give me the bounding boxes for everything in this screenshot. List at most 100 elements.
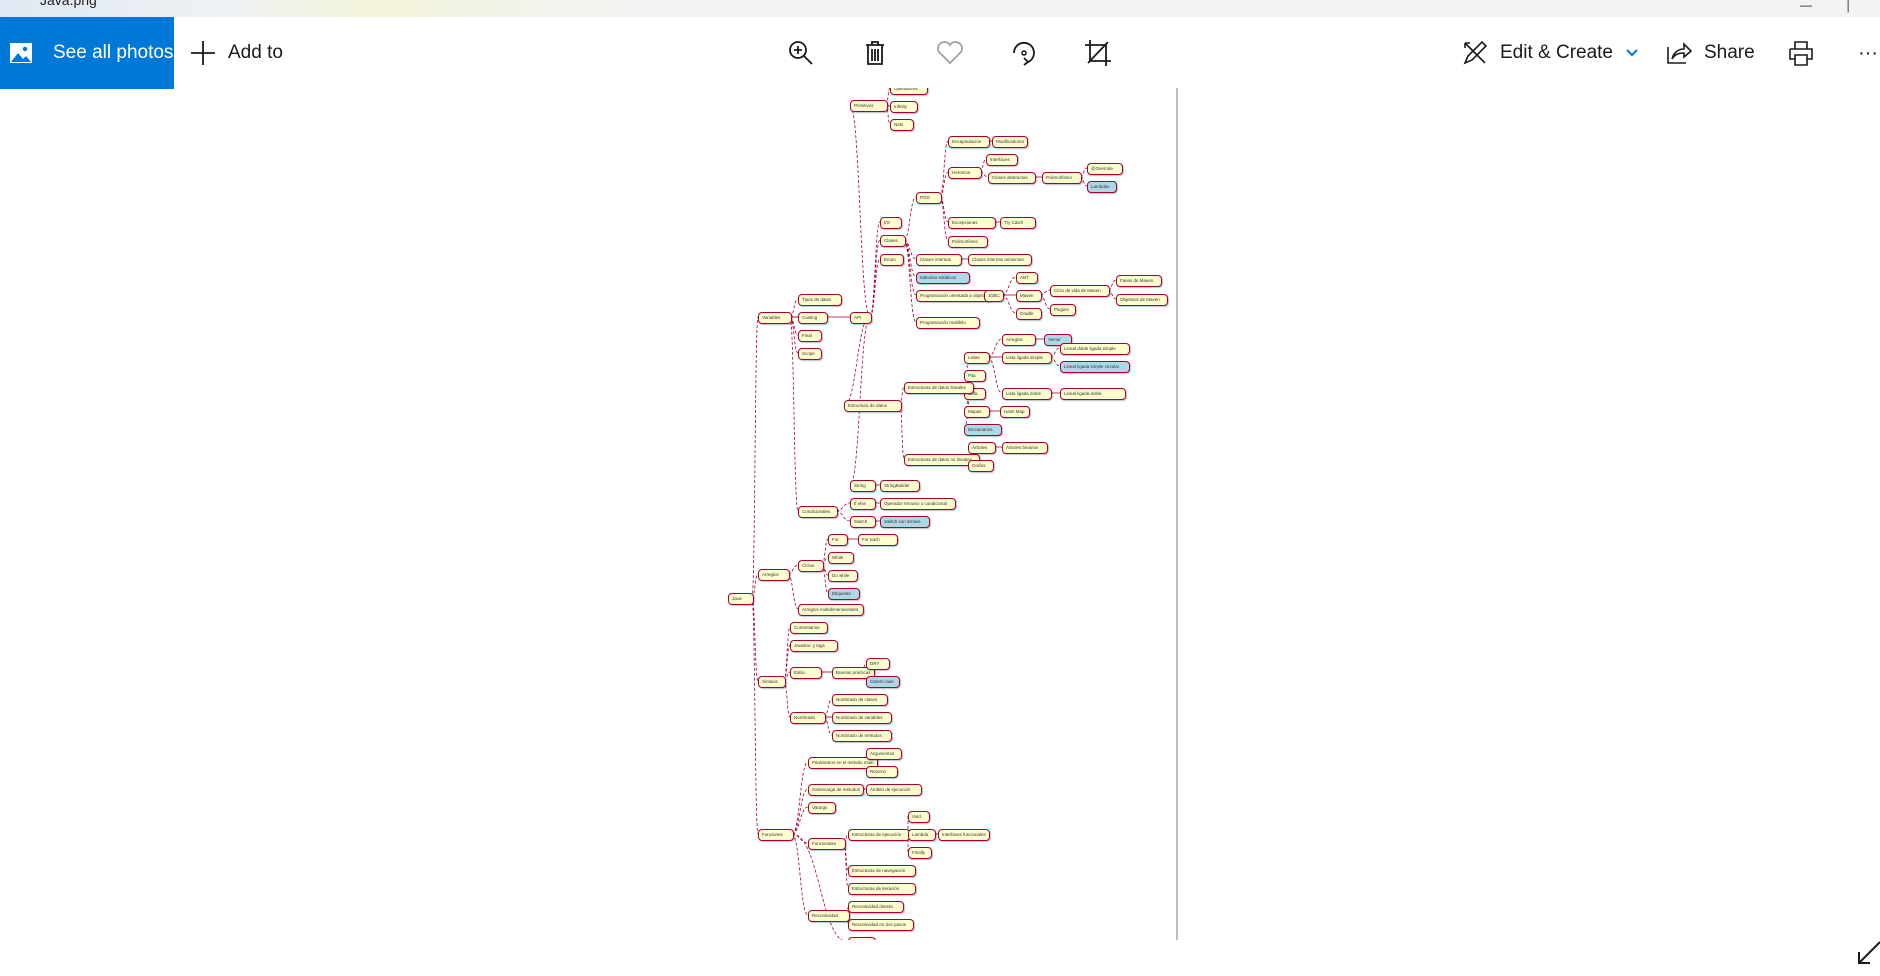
mind-map-node: Herencia [948, 167, 982, 179]
mind-map-node: Polimorfismo [1042, 172, 1082, 184]
trash-icon [866, 41, 884, 65]
add-to-label: Add to [228, 42, 283, 63]
mind-map-node: Encapsulación [948, 136, 990, 148]
mind-map-node: Comentarios [790, 622, 828, 634]
mind-map-node: Enum [880, 254, 904, 266]
mind-map-link [791, 833, 809, 844]
mind-map-node: Estilo [790, 667, 822, 679]
crop-button[interactable] [1084, 17, 1112, 89]
mind-map-node: POO [916, 192, 942, 204]
mind-map-node: Arreglos multidimensionales [798, 604, 864, 616]
mind-map-node: Diccionarios [964, 424, 1002, 436]
see-all-photos-label: See all photos [53, 42, 174, 63]
photos-icon [10, 43, 32, 63]
mind-map-links [751, 88, 1117, 940]
more-options-button[interactable]: ··· [1858, 17, 1878, 89]
mind-map-link [835, 502, 851, 512]
heart-icon [937, 41, 963, 65]
expand-icon[interactable] [1856, 940, 1880, 966]
mind-map-node: Operador ternario o condicional [880, 498, 956, 510]
mind-map-node: Estructuras de datos lineales [904, 382, 974, 394]
mind-map-node: Try Catch [1000, 217, 1036, 229]
mind-map-node: NaN [890, 119, 914, 131]
mind-map-node: Nombrado de variables [832, 712, 892, 724]
mind-map-node: Tipos de datos [798, 294, 842, 306]
rotate-button[interactable] [1010, 17, 1038, 89]
mind-map-node: Do while [828, 570, 858, 582]
title-bar: Java.png ― │ [0, 0, 1880, 17]
mind-map-node: For each [858, 534, 898, 546]
mind-map-node: Sobrecarga de métodos [808, 784, 865, 796]
mind-map-node: Condicionales [798, 506, 838, 518]
edit-create-button[interactable]: Edit & Create [1462, 17, 1639, 89]
mind-map-node: Sintaxis [758, 676, 786, 688]
zoom-button[interactable] [788, 17, 814, 89]
mind-map-node: Casting [798, 312, 828, 324]
mind-map-node: Clases [880, 235, 906, 247]
mind-map-node: Ciclo de vida de Maven [1050, 285, 1110, 297]
mind-map-link [1001, 294, 1017, 314]
mind-map-node: Ámbito de ejecución [866, 784, 922, 796]
mind-map-node: DRY [866, 658, 890, 670]
mind-map-link [869, 258, 881, 318]
zoom-in-icon [789, 41, 813, 65]
mind-map-node: Maven [1016, 290, 1042, 302]
toolbar: See all photos Add to Edit & Create Shar… [0, 17, 1880, 89]
mind-map-node: Árboles [968, 442, 996, 454]
mind-map-link [903, 196, 917, 241]
mind-map-node: Lista ligada doble [1002, 388, 1052, 400]
mind-map-node: Interfaces funcionales [938, 829, 990, 841]
edit-create-icon [1463, 40, 1488, 65]
mind-map-link [843, 316, 871, 406]
mind-map-node: Hash Map [1000, 406, 1030, 418]
more-options-label: ··· [1858, 41, 1878, 64]
maximize-button[interactable]: │ [1845, 0, 1853, 12]
mind-map-node: Colas [848, 937, 876, 940]
minimize-button[interactable]: ― [1800, 0, 1812, 12]
mind-map-node: Etiquetas [828, 588, 860, 600]
share-icon [1667, 42, 1692, 64]
favorite-button[interactable] [936, 17, 964, 89]
mind-map-node: Listas [964, 352, 990, 364]
mind-map-node: Estructuras de navegación [848, 865, 916, 877]
mind-map-node: Lineal doble ligada simple [1060, 343, 1130, 355]
mind-map-node: Mapas [964, 406, 990, 418]
mind-map-node: Excepciones [948, 217, 996, 229]
mind-map-node: Árboles binarios [1002, 442, 1048, 454]
rotate-icon [1013, 41, 1035, 66]
mind-map-link [1001, 276, 1017, 296]
mind-map-node: JavaDoc y tags [790, 640, 838, 652]
mind-map-link [787, 573, 799, 610]
mind-map-node: Fases de Maven [1116, 275, 1162, 287]
share-label: Share [1704, 42, 1755, 63]
mind-map-node: JDBC [984, 290, 1004, 302]
mind-map-node: Primitivos [850, 100, 888, 112]
delete-button[interactable] [864, 17, 886, 89]
mind-map-link [939, 196, 949, 242]
mind-map-node: StringBuilder [880, 480, 920, 492]
mind-map-node: Funcionales [808, 838, 846, 850]
add-to-button[interactable]: Add to [190, 17, 283, 89]
mind-map-link [791, 788, 809, 835]
mind-map-link [835, 510, 851, 522]
share-button[interactable]: Share [1666, 17, 1755, 89]
print-button[interactable] [1788, 17, 1814, 89]
mind-map-node: Arreglos [1002, 334, 1036, 346]
see-all-photos-button[interactable]: See all photos [0, 17, 174, 89]
printer-icon [1789, 41, 1813, 66]
mind-map-node: String [850, 480, 876, 492]
mind-map-node: Lista ligada simple [1002, 352, 1052, 364]
mind-map-node: Estructura de datos [844, 400, 902, 412]
mind-map-node: Programación multihilo [916, 317, 980, 329]
mind-map-node: Lambdas [1087, 181, 1117, 193]
mind-map-node: Recursividad [808, 910, 850, 922]
mind-map-node: Nombrado [790, 712, 826, 724]
mind-map-node: Clases internas [916, 254, 962, 266]
mind-map-node: Objetivos de Maven [1116, 294, 1168, 306]
mind-map-node: Gradle [1016, 308, 1042, 320]
mind-map-node: Varargs [808, 802, 836, 814]
mind-map-node: Camel case [866, 676, 900, 688]
mind-map-node: While [828, 552, 854, 564]
crop-icon [1085, 40, 1111, 66]
mind-map-link [903, 239, 917, 323]
